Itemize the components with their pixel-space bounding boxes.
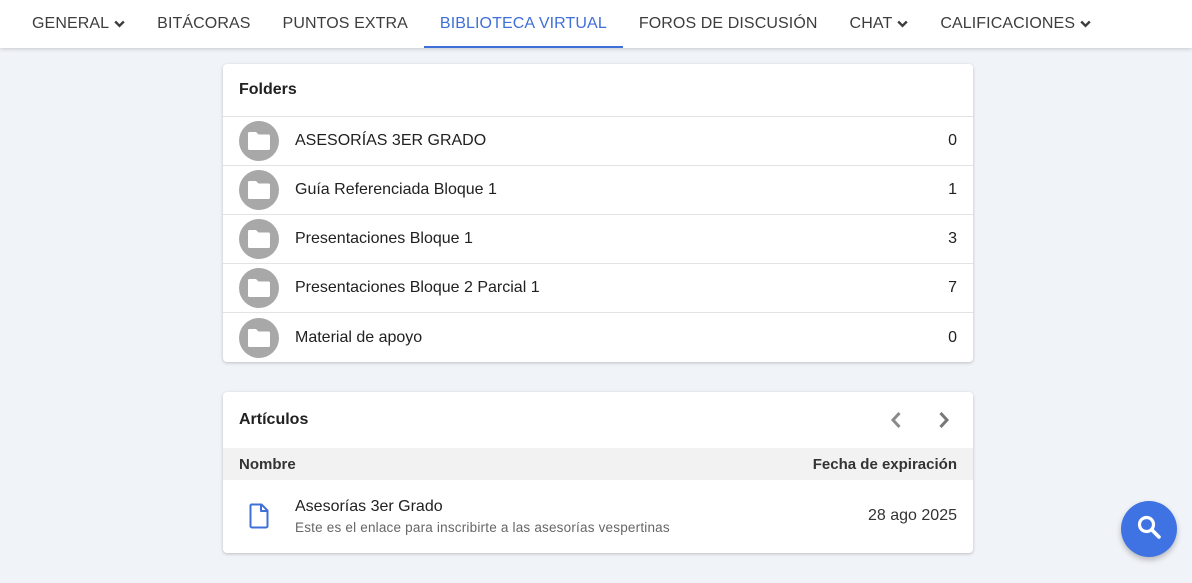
table-row[interactable]: Asesorías 3er Grado Este es el enlace pa… [223,480,973,552]
folder-name: Presentaciones Bloque 1 [295,230,473,247]
folder-icon [239,170,279,210]
folder-name: Presentaciones Bloque 2 Parcial 1 [295,279,540,296]
folder-count: 1 [948,181,957,198]
nav-tab-biblioteca-virtual[interactable]: BIBLIOTECA VIRTUAL [423,0,623,48]
folder-icon [239,219,279,259]
nav-tab-foros-de-discusion[interactable]: FOROS DE DISCUSIÓN [623,0,834,48]
document-icon [239,503,279,529]
nav-tab-label: GENERAL [32,15,110,32]
search-icon [1136,514,1162,545]
folders-card: Folders ASESORÍAS 3ER GRADO 0 Guía Refer… [223,64,973,362]
folder-item[interactable]: Presentaciones Bloque 2 Parcial 1 7 [223,264,973,313]
articles-title: Artículos [239,411,309,428]
nav-tab-calificaciones[interactable]: CALIFICACIONES [924,0,1107,48]
folder-icon [239,317,279,358]
folder-count: 7 [948,279,957,296]
nav-tab-label: PUNTOS EXTRA [282,15,408,32]
article-expiration-date: 28 ago 2025 [868,507,957,524]
chevron-down-icon [114,20,125,28]
nav-tab-label: BITÁCORAS [157,15,251,32]
folder-name: Material de apoyo [295,328,423,346]
folder-item[interactable]: Guía Referenciada Bloque 1 1 [223,166,973,215]
folder-item[interactable]: Presentaciones Bloque 1 3 [223,215,973,264]
article-text: Asesorías 3er Grado Este es el enlace pa… [295,498,868,535]
folders-title: Folders [223,64,973,117]
nav-tab-label: FOROS DE DISCUSIÓN [638,15,818,32]
search-button[interactable] [1121,501,1177,557]
nav-tab-chat[interactable]: CHAT [834,0,925,48]
article-description: Este es el enlace para inscribirte a las… [295,519,670,535]
folder-count: 0 [948,328,957,346]
chevron-left-icon[interactable] [883,407,909,433]
folder-item[interactable]: ASESORÍAS 3ER GRADO 0 [223,117,973,166]
articles-header: Artículos [223,392,973,448]
articles-table-header: Nombre Fecha de expiración [223,448,973,480]
chevron-down-icon [897,20,908,28]
nav-tab-label: BIBLIOTECA VIRTUAL [439,15,607,32]
folder-icon [239,268,279,308]
folder-item[interactable]: Material de apoyo 0 [223,313,973,362]
pagination [883,407,957,433]
chevron-right-icon[interactable] [931,407,957,433]
nav-tab-label: CHAT [849,15,893,32]
articles-card: Artículos Nombre Fecha de expiración Ase… [223,392,973,553]
folder-icon [239,121,279,161]
column-header-expiration: Fecha de expiración [812,455,957,473]
nav-tab-general[interactable]: GENERAL [16,0,141,48]
nav-tab-label: CALIFICACIONES [940,15,1076,32]
folders-list: ASESORÍAS 3ER GRADO 0 Guía Referenciada … [223,117,973,362]
top-navigation: GENERAL BITÁCORAS PUNTOS EXTRA BIBLIOTEC… [0,0,1192,48]
article-title: Asesorías 3er Grado [295,497,443,515]
nav-tab-bitacoras[interactable]: BITÁCORAS [141,0,266,48]
chevron-down-icon [1080,20,1091,28]
folder-count: 3 [948,230,957,247]
folder-name: ASESORÍAS 3ER GRADO [295,132,487,149]
column-header-name: Nombre [239,455,296,473]
folder-count: 0 [948,132,957,149]
nav-tab-puntos-extra[interactable]: PUNTOS EXTRA [267,0,424,48]
folder-name: Guía Referenciada Bloque 1 [295,181,497,198]
